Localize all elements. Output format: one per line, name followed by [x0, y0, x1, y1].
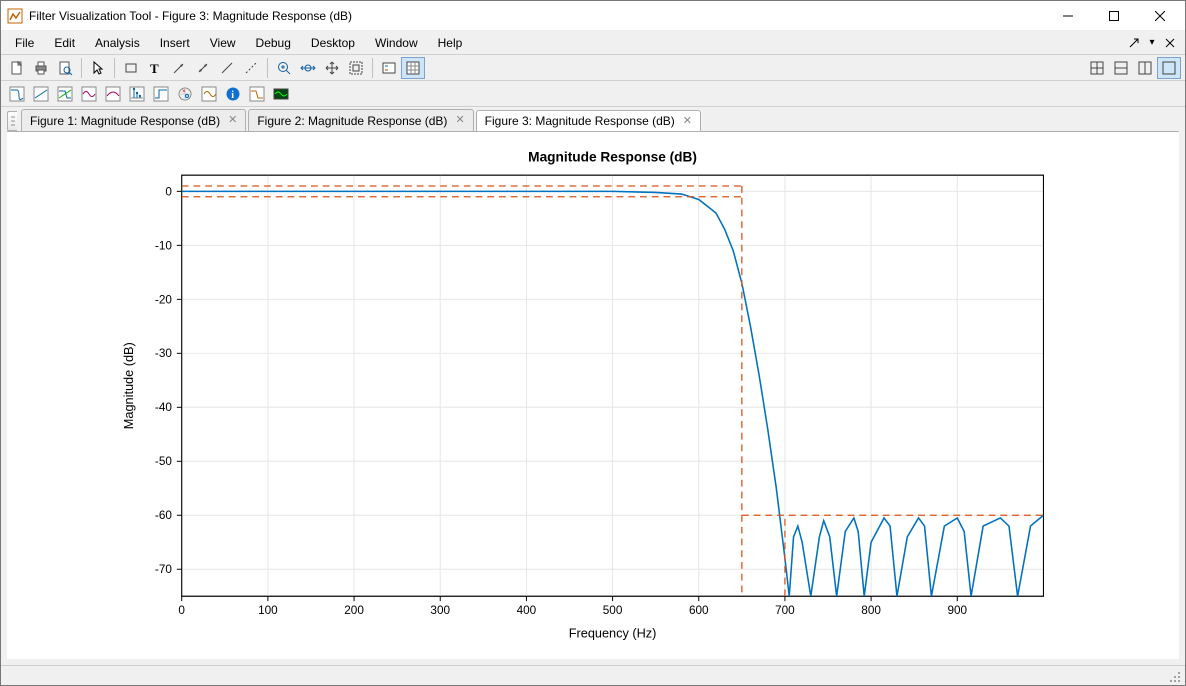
layout-quad-icon[interactable] — [1085, 57, 1109, 79]
pole-zero-icon[interactable]: × — [173, 83, 197, 105]
insert-line-icon[interactable] — [215, 57, 239, 79]
tab-label: Figure 3: Magnitude Response (dB) — [485, 114, 675, 128]
legend-icon[interactable] — [377, 57, 401, 79]
print-icon[interactable] — [29, 57, 53, 79]
menu-insert[interactable]: Insert — [150, 33, 200, 53]
svg-text:-20: -20 — [155, 293, 172, 306]
zoom-in-icon[interactable] — [272, 57, 296, 79]
tab-figure-1[interactable]: Figure 1: Magnitude Response (dB) ✕ — [21, 109, 246, 131]
svg-text:-30: -30 — [155, 347, 172, 360]
tab-handle[interactable] — [7, 111, 17, 131]
tab-label: Figure 2: Magnitude Response (dB) — [257, 114, 447, 128]
fdatool-icon[interactable] — [245, 83, 269, 105]
window-title: Filter Visualization Tool - Figure 3: Ma… — [29, 9, 1045, 23]
pan-icon[interactable] — [320, 57, 344, 79]
menu-debug[interactable]: Debug — [246, 33, 301, 53]
tab-close-icon[interactable]: ✕ — [228, 115, 237, 126]
insert-line-dashed-icon[interactable] — [239, 57, 263, 79]
round-off-icon[interactable] — [197, 83, 221, 105]
layout-single-icon[interactable] — [1157, 57, 1181, 79]
dock-menu-icon[interactable]: ▾ — [1145, 36, 1159, 50]
tab-figure-3[interactable]: Figure 3: Magnitude Response (dB) ✕ — [476, 110, 701, 132]
phase-delay-icon[interactable] — [101, 83, 125, 105]
insert-text-icon[interactable]: T — [143, 57, 167, 79]
mag-phase-icon[interactable] — [53, 83, 77, 105]
tab-figure-2[interactable]: Figure 2: Magnitude Response (dB) ✕ — [248, 109, 473, 131]
zoom-x-icon[interactable] — [296, 57, 320, 79]
fit-axes-icon[interactable] — [344, 57, 368, 79]
svg-text:500: 500 — [603, 604, 623, 617]
step-response-icon[interactable] — [149, 83, 173, 105]
menubar: File Edit Analysis Insert View Debug Des… — [1, 31, 1185, 55]
magnitude-response-icon[interactable] — [5, 83, 29, 105]
svg-text:-40: -40 — [155, 401, 172, 414]
svg-text:-10: -10 — [155, 239, 172, 252]
document-area: Figure 1: Magnitude Response (dB) ✕ Figu… — [1, 107, 1185, 665]
toolbar-figure: T — [1, 55, 1185, 81]
scope-icon[interactable] — [269, 83, 293, 105]
titlebar: Filter Visualization Tool - Figure 3: Ma… — [1, 1, 1185, 31]
insert-rectangle-icon[interactable] — [119, 57, 143, 79]
svg-text:100: 100 — [258, 604, 278, 617]
maximize-button[interactable] — [1091, 1, 1137, 31]
svg-text:800: 800 — [861, 604, 881, 617]
close-button[interactable] — [1137, 1, 1183, 31]
dock-controls: ▾ — [1127, 36, 1181, 50]
app-icon — [7, 8, 23, 24]
resize-grip-icon[interactable] — [1167, 669, 1181, 683]
layout-vsplit-icon[interactable] — [1133, 57, 1157, 79]
svg-text:0: 0 — [178, 604, 185, 617]
grid-icon[interactable] — [401, 57, 425, 79]
svg-text:300: 300 — [430, 604, 450, 617]
menu-help[interactable]: Help — [428, 33, 473, 53]
insert-double-arrow-icon[interactable] — [191, 57, 215, 79]
tab-label: Figure 1: Magnitude Response (dB) — [30, 114, 220, 128]
svg-text:i: i — [231, 90, 234, 101]
svg-text:T: T — [150, 61, 159, 76]
svg-text:0: 0 — [165, 185, 172, 198]
svg-text:400: 400 — [517, 604, 537, 617]
dock-close-icon[interactable] — [1163, 36, 1177, 50]
minimize-button[interactable] — [1045, 1, 1091, 31]
x-axis-label: Frequency (Hz) — [569, 625, 657, 640]
menu-analysis[interactable]: Analysis — [85, 33, 150, 53]
filter-info-icon[interactable]: i — [221, 83, 245, 105]
menu-window[interactable]: Window — [365, 33, 428, 53]
menu-file[interactable]: File — [5, 33, 44, 53]
tab-close-icon[interactable]: ✕ — [455, 115, 464, 126]
layout-hsplit-icon[interactable] — [1109, 57, 1133, 79]
svg-text:700: 700 — [775, 604, 795, 617]
group-delay-icon[interactable] — [77, 83, 101, 105]
phase-response-icon[interactable] — [29, 83, 53, 105]
pointer-icon[interactable] — [86, 57, 110, 79]
menu-desktop[interactable]: Desktop — [301, 33, 365, 53]
svg-text:-70: -70 — [155, 563, 172, 576]
svg-text:×: × — [182, 89, 186, 95]
statusbar — [1, 665, 1185, 685]
chart-title: Magnitude Response (dB) — [528, 149, 697, 164]
tabstrip: Figure 1: Magnitude Response (dB) ✕ Figu… — [1, 107, 1185, 131]
print-preview-icon[interactable] — [53, 57, 77, 79]
svg-text:600: 600 — [689, 604, 709, 617]
figure-canvas: 0 100 200 300 400 500 600 700 800 900 0 -10 -20 -30 -4… — [7, 131, 1179, 659]
svg-text:-50: -50 — [155, 455, 172, 468]
undock-arrow-icon[interactable] — [1127, 36, 1141, 50]
tab-close-icon[interactable]: ✕ — [683, 116, 692, 127]
y-axis-label: Magnitude (dB) — [121, 342, 136, 429]
svg-text:200: 200 — [344, 604, 364, 617]
new-figure-icon[interactable] — [5, 57, 29, 79]
svg-text:900: 900 — [947, 604, 967, 617]
menu-view[interactable]: View — [200, 33, 246, 53]
menu-edit[interactable]: Edit — [44, 33, 85, 53]
app-window: Filter Visualization Tool - Figure 3: Ma… — [0, 0, 1186, 686]
impulse-response-icon[interactable] — [125, 83, 149, 105]
magnitude-response-chart: 0 100 200 300 400 500 600 700 800 900 0 -10 -20 -30 -4… — [11, 136, 1175, 655]
toolbar-analysis: × i — [1, 81, 1185, 107]
insert-arrow-icon[interactable] — [167, 57, 191, 79]
svg-text:-60: -60 — [155, 509, 172, 522]
